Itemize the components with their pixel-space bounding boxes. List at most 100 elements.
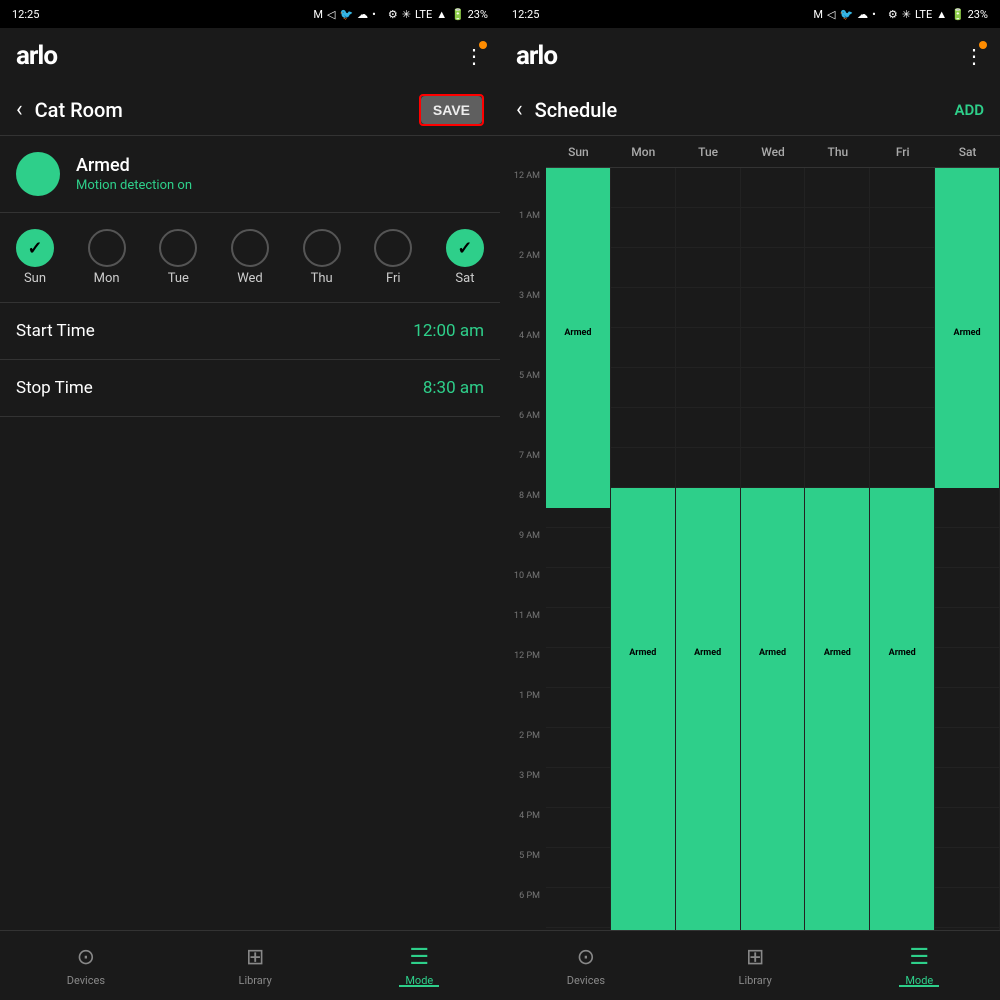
schedule-days-row: Sun Mon Tue Wed Thu Fri Sat — [546, 136, 1000, 168]
left-back-button[interactable]: ‹ — [16, 97, 23, 122]
time-label-8am: 8 AM — [500, 488, 546, 528]
start-time-row[interactable]: Start Time 12:00 am — [0, 303, 500, 360]
tue-label: Tue — [168, 271, 189, 286]
time-header-spacer — [500, 136, 546, 168]
cell-6-15 — [935, 768, 999, 808]
schedule-col-4: Armed — [805, 168, 870, 930]
left-status-bar: 12:25 M ◁ 🐦 ☁ • ⚙ ✳ LTE ▲ 🔋 23% — [0, 0, 500, 28]
cell-6-11 — [935, 608, 999, 648]
sun-label: Sun — [24, 271, 46, 286]
time-label-9am: 9 AM — [500, 528, 546, 568]
cell-4-5 — [805, 368, 869, 408]
day-sun[interactable]: Sun — [16, 229, 54, 286]
cell-6-10 — [935, 568, 999, 608]
col-header-thu: Thu — [805, 136, 870, 168]
start-time-label: Start Time — [16, 321, 95, 341]
save-button[interactable]: SAVE — [419, 94, 484, 126]
cell-5-0 — [870, 168, 934, 208]
right-nav-library[interactable]: ⊞ Library — [739, 945, 772, 987]
right-nav-devices[interactable]: ⊙ Devices — [567, 945, 605, 987]
cell-1-3 — [611, 288, 675, 328]
green-block-col0: Armed — [546, 168, 610, 508]
cell-3-5 — [741, 368, 805, 408]
right-page-title: Schedule — [535, 98, 955, 122]
day-mon[interactable]: Mon — [88, 229, 126, 286]
cell-0-10 — [546, 568, 610, 608]
time-label-4am: 4 AM — [500, 328, 546, 368]
library-icon: ⊞ — [246, 945, 264, 970]
cell-5-7 — [870, 448, 934, 488]
green-block-col1: Armed — [611, 488, 675, 930]
right-devices-icon: ⊙ — [577, 945, 595, 970]
cell-1-5 — [611, 368, 675, 408]
cell-0-12 — [546, 648, 610, 688]
right-more-btn[interactable]: ⋮ — [964, 44, 984, 68]
cell-6-18 — [935, 888, 999, 928]
time-label-6pm: 6 PM — [500, 888, 546, 928]
cell-0-17 — [546, 848, 610, 888]
mode-icon: ☰ — [409, 945, 429, 970]
sun-circle — [16, 229, 54, 267]
time-label-3am: 3 AM — [500, 288, 546, 328]
cell-5-6 — [870, 408, 934, 448]
left-nav-library[interactable]: ⊞ Library — [239, 945, 272, 987]
schedule-col-5: Armed — [870, 168, 935, 930]
cell-0-14 — [546, 728, 610, 768]
armed-status: Armed — [76, 155, 192, 176]
time-labels: 12 AM1 AM2 AM3 AM4 AM5 AM6 AM7 AM8 AM9 A… — [500, 168, 546, 930]
day-tue[interactable]: Tue — [159, 229, 197, 286]
day-wed[interactable]: Wed — [231, 229, 269, 286]
time-label-4pm: 4 PM — [500, 808, 546, 848]
armed-info: Armed Motion detection on — [76, 155, 192, 193]
left-time: 12:25 — [12, 8, 39, 21]
right-nav-mode[interactable]: ☰ Mode — [905, 945, 933, 987]
col-header-sat: Sat — [935, 136, 1000, 168]
left-panel: 12:25 M ◁ 🐦 ☁ • ⚙ ✳ LTE ▲ 🔋 23% arlo ⋮ ‹… — [0, 0, 500, 1000]
time-label-7am: 7 AM — [500, 448, 546, 488]
notification-dot — [479, 41, 487, 49]
stop-time-value: 8:30 am — [423, 378, 484, 398]
schedule-col-3: Armed — [741, 168, 806, 930]
fri-circle — [374, 229, 412, 267]
green-block-col4: Armed — [805, 488, 869, 930]
time-label-6am: 6 AM — [500, 408, 546, 448]
cell-4-7 — [805, 448, 869, 488]
add-button[interactable]: ADD — [954, 101, 984, 119]
left-more-btn[interactable]: ⋮ — [464, 44, 484, 68]
right-logo: arlo — [516, 41, 557, 71]
schedule-container: Sun Mon Tue Wed Thu Fri Sat 12 AM1 AM2 A… — [500, 136, 1000, 930]
sat-circle — [446, 229, 484, 267]
day-fri[interactable]: Fri — [374, 229, 412, 286]
time-label-1am: 1 AM — [500, 208, 546, 248]
wed-circle — [231, 229, 269, 267]
devices-icon: ⊙ — [77, 945, 95, 970]
schedule-col-0: Armed — [546, 168, 611, 930]
right-back-button[interactable]: ‹ — [516, 97, 523, 122]
right-time: 12:25 — [512, 8, 539, 21]
cell-6-19 — [935, 928, 999, 930]
left-nav-devices[interactable]: ⊙ Devices — [67, 945, 105, 987]
right-page-header: ‹ Schedule ADD — [500, 84, 1000, 136]
cell-3-4 — [741, 328, 805, 368]
cell-1-4 — [611, 328, 675, 368]
cell-2-3 — [676, 288, 740, 328]
cell-6-9 — [935, 528, 999, 568]
time-label-10am: 10 AM — [500, 568, 546, 608]
green-block-col5: Armed — [870, 488, 934, 930]
cell-6-16 — [935, 808, 999, 848]
cell-2-0 — [676, 168, 740, 208]
green-block-col2: Armed — [676, 488, 740, 930]
right-panel: 12:25 M ◁ 🐦 ☁ • ⚙ ✳ LTE ▲ 🔋 23% arlo ⋮ ‹… — [500, 0, 1000, 1000]
mon-circle — [88, 229, 126, 267]
day-sat[interactable]: Sat — [446, 229, 484, 286]
right-status-icons: M ◁ 🐦 ☁ • ⚙ ✳ LTE ▲ 🔋 23% — [813, 8, 988, 21]
thu-label: Thu — [311, 271, 333, 286]
stop-time-row[interactable]: Stop Time 8:30 am — [0, 360, 500, 417]
cell-5-2 — [870, 248, 934, 288]
start-time-value: 12:00 am — [413, 321, 484, 341]
left-nav-mode[interactable]: ☰ Mode — [405, 945, 433, 987]
cell-1-7 — [611, 448, 675, 488]
cell-6-13 — [935, 688, 999, 728]
cell-5-1 — [870, 208, 934, 248]
day-thu[interactable]: Thu — [303, 229, 341, 286]
